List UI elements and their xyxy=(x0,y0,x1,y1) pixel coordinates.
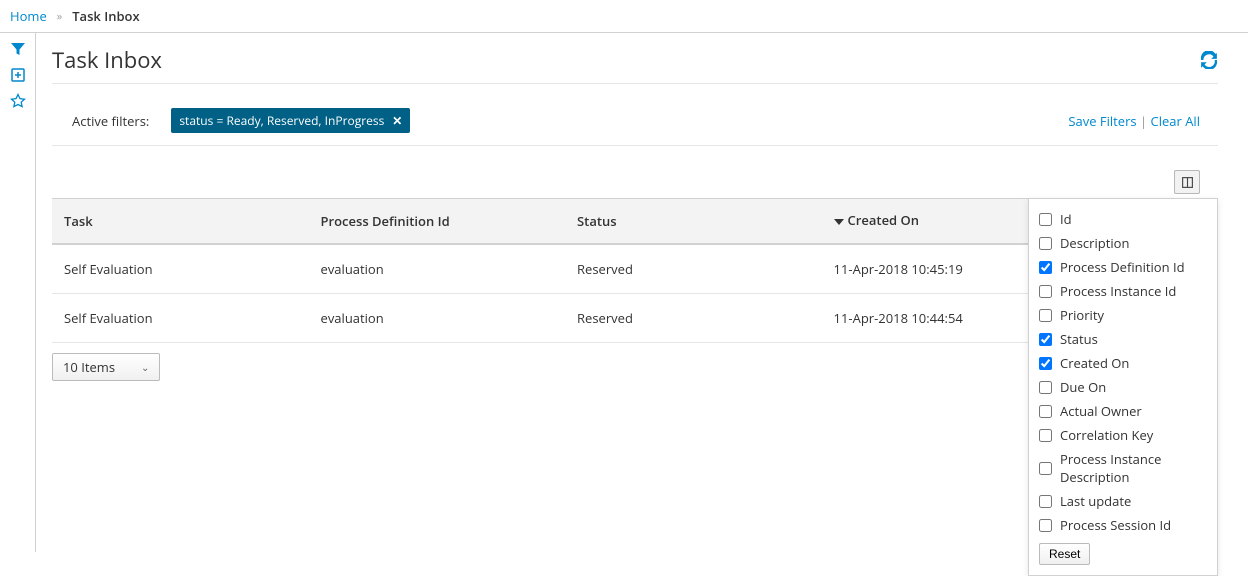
column-option[interactable]: Status xyxy=(1039,327,1207,351)
reset-button[interactable]: Reset xyxy=(1039,543,1090,565)
column-option[interactable]: Created On xyxy=(1039,351,1207,375)
column-option-label: Status xyxy=(1060,330,1098,348)
funnel-icon[interactable] xyxy=(10,41,26,57)
column-option-label: Due On xyxy=(1060,378,1106,396)
column-option[interactable]: Correlation Key xyxy=(1039,423,1207,447)
column-checkbox[interactable] xyxy=(1039,495,1052,508)
cell-status: Reserved xyxy=(565,244,822,294)
column-checkbox[interactable] xyxy=(1039,285,1052,298)
plus-box-icon[interactable] xyxy=(10,67,26,83)
left-rail xyxy=(0,33,36,552)
column-option-label: Process Instance Description xyxy=(1060,450,1207,486)
column-option[interactable]: Id xyxy=(1039,207,1207,231)
column-option[interactable]: Actual Owner xyxy=(1039,399,1207,423)
column-checkbox[interactable] xyxy=(1039,357,1052,370)
column-option-label: Priority xyxy=(1060,306,1104,324)
columns-toggle-button[interactable] xyxy=(1174,170,1200,194)
cell-proc: evaluation xyxy=(309,244,566,294)
column-option-label: Process Instance Id xyxy=(1060,282,1176,300)
column-picker: Id Description Process Definition Id Proces… xyxy=(1028,198,1218,576)
column-option[interactable]: Due On xyxy=(1039,375,1207,399)
filters-actions: Save Filters | Clear All xyxy=(1068,112,1200,130)
cell-proc: evaluation xyxy=(309,293,566,342)
column-checkbox[interactable] xyxy=(1039,333,1052,346)
column-checkbox[interactable] xyxy=(1039,309,1052,322)
column-checkbox[interactable] xyxy=(1039,462,1052,475)
column-option[interactable]: Description xyxy=(1039,231,1207,255)
sort-desc-icon xyxy=(834,213,844,231)
col-process-def-header[interactable]: Process Definition Id xyxy=(309,199,566,244)
refresh-icon[interactable] xyxy=(1200,51,1218,69)
column-option-label: Process Session Id xyxy=(1060,516,1171,534)
column-option-label: Process Definition Id xyxy=(1060,258,1185,276)
breadcrumb-sep: » xyxy=(57,9,62,24)
column-option-label: Created On xyxy=(1060,354,1129,372)
chevron-down-icon: ⌄ xyxy=(141,360,149,374)
column-checkbox[interactable] xyxy=(1039,405,1052,418)
filter-chip-status[interactable]: status = Ready, Reserved, InProgress ✕ xyxy=(171,108,410,133)
column-option-label: Correlation Key xyxy=(1060,426,1153,444)
column-option[interactable]: Process Session Id xyxy=(1039,513,1207,537)
page-size-select[interactable]: 10 Items ⌄ xyxy=(52,353,160,381)
col-created-on-label: Created On xyxy=(848,211,919,229)
column-option[interactable]: Process Definition Id xyxy=(1039,255,1207,279)
page-title: Task Inbox xyxy=(52,45,162,75)
save-filters-link[interactable]: Save Filters xyxy=(1068,112,1136,130)
column-option[interactable]: Last update xyxy=(1039,489,1207,513)
columns-icon xyxy=(1181,176,1194,189)
filters-row: Active filters: status = Ready, Reserved… xyxy=(52,84,1218,146)
col-task-header[interactable]: Task xyxy=(52,199,309,244)
cell-task: Self Evaluation xyxy=(52,244,309,294)
column-option-label: Actual Owner xyxy=(1060,402,1142,420)
star-icon[interactable] xyxy=(10,93,26,109)
column-checkbox[interactable] xyxy=(1039,519,1052,532)
cell-task: Self Evaluation xyxy=(52,293,309,342)
breadcrumb: Home » Task Inbox xyxy=(0,0,1248,32)
cell-status: Reserved xyxy=(565,293,822,342)
breadcrumb-current: Task Inbox xyxy=(72,7,139,25)
col-status-header[interactable]: Status xyxy=(565,199,822,244)
column-option-label: Id xyxy=(1060,210,1072,228)
column-checkbox[interactable] xyxy=(1039,381,1052,394)
page-size-label: 10 Items xyxy=(63,358,115,376)
column-option-label: Description xyxy=(1060,234,1129,252)
column-option-label: Last update xyxy=(1060,492,1131,510)
column-option[interactable]: Process Instance Description xyxy=(1039,447,1207,489)
breadcrumb-home[interactable]: Home xyxy=(10,7,47,25)
filter-chip-text: status = Ready, Reserved, InProgress xyxy=(179,112,384,129)
column-checkbox[interactable] xyxy=(1039,237,1052,250)
column-checkbox[interactable] xyxy=(1039,429,1052,442)
clear-all-link[interactable]: Clear All xyxy=(1151,112,1200,130)
column-checkbox[interactable] xyxy=(1039,261,1052,274)
column-checkbox[interactable] xyxy=(1039,213,1052,226)
filters-label: Active filters: xyxy=(72,112,149,130)
title-row: Task Inbox xyxy=(52,45,1218,84)
close-icon[interactable]: ✕ xyxy=(392,112,402,129)
column-option[interactable]: Process Instance Id xyxy=(1039,279,1207,303)
column-option[interactable]: Priority xyxy=(1039,303,1207,327)
